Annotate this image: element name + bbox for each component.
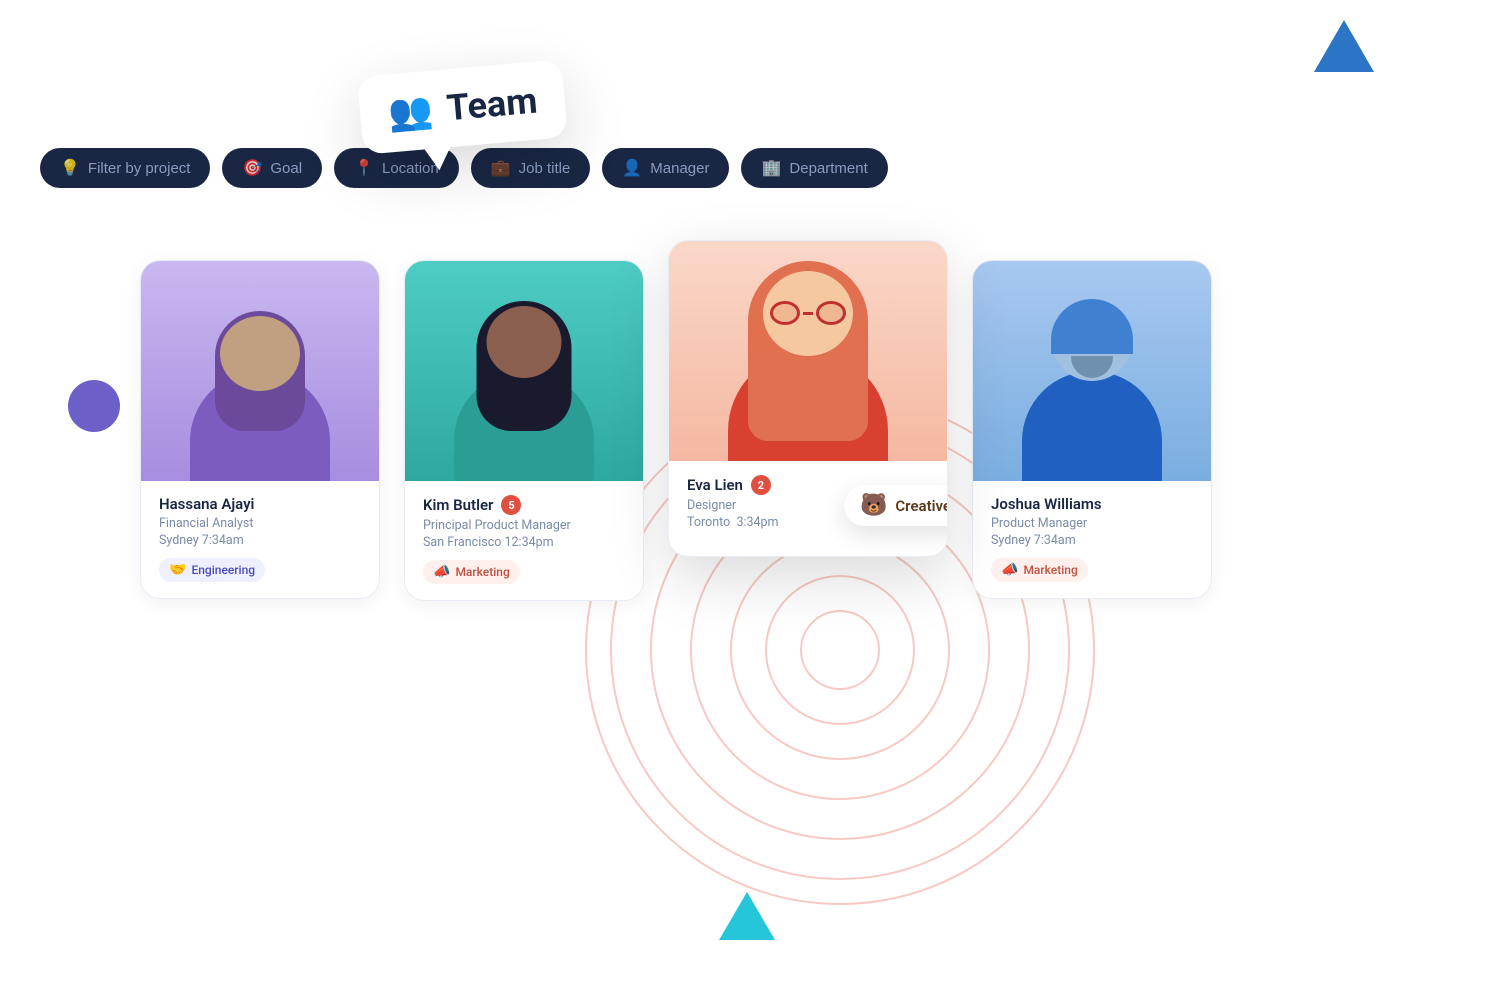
card-info-joshua: Joshua Williams Product Manager Sydney 7… bbox=[973, 481, 1211, 598]
eva-name: Eva Lien bbox=[687, 476, 743, 494]
filter-goal-label: Goal bbox=[270, 160, 302, 177]
creative-badge: 🐻 Creative bbox=[844, 485, 948, 526]
manager-icon: 👤 bbox=[622, 158, 642, 178]
team-icon: 👥 bbox=[386, 89, 434, 135]
location-icon: 📍 bbox=[354, 158, 374, 178]
job-title-icon: 💼 bbox=[491, 158, 511, 178]
card-joshua-williams[interactable]: Joshua Williams Product Manager Sydney 7… bbox=[972, 260, 1212, 599]
goal-icon: 🎯 bbox=[242, 158, 262, 178]
card-kim-butler[interactable]: Kim Butler 5 Principal Product Manager S… bbox=[404, 260, 644, 601]
joshua-tag: 📣 Marketing bbox=[991, 558, 1088, 582]
card-hassana-ajayi[interactable]: Hassana Ajayi Financial Analyst Sydney 7… bbox=[140, 260, 380, 599]
bear-icon: 🐻 bbox=[860, 493, 887, 518]
people-cards: Hassana Ajayi Financial Analyst Sydney 7… bbox=[140, 260, 1454, 601]
card-eva-lien[interactable]: Eva Lien 2 Designer Toronto 3:34pm 🐻 Cre… bbox=[668, 240, 948, 557]
card-info-kim: Kim Butler 5 Principal Product Manager S… bbox=[405, 481, 643, 600]
filter-department[interactable]: 🏢 Department bbox=[741, 148, 887, 188]
card-info-hassana: Hassana Ajayi Financial Analyst Sydney 7… bbox=[141, 481, 379, 598]
decoration-triangle-bottom bbox=[719, 892, 775, 940]
decoration-triangle-top-right bbox=[1314, 20, 1374, 72]
hassana-location-time: Sydney 7:34am bbox=[159, 533, 361, 548]
joshua-job: Product Manager bbox=[991, 516, 1193, 531]
hassana-job: Financial Analyst bbox=[159, 516, 361, 531]
eva-notification: 2 bbox=[751, 475, 771, 495]
kim-notification: 5 bbox=[501, 495, 521, 515]
kim-location-time: San Francisco 12:34pm bbox=[423, 535, 625, 550]
kim-tag: 📣 Marketing bbox=[423, 560, 520, 584]
filter-bar: 💡 Filter by project 🎯 Goal 📍 Location 💼 … bbox=[0, 148, 1494, 188]
avatar-joshua bbox=[973, 261, 1211, 481]
hassana-name: Hassana Ajayi bbox=[159, 495, 254, 513]
team-tooltip: 👥 Team bbox=[357, 59, 568, 155]
avatar-eva bbox=[669, 241, 947, 461]
filter-project[interactable]: 💡 Filter by project bbox=[40, 148, 210, 188]
filter-manager[interactable]: 👤 Manager bbox=[602, 148, 729, 188]
avatar-hassana bbox=[141, 261, 379, 481]
filter-project-label: Filter by project bbox=[88, 160, 191, 177]
joshua-location-time: Sydney 7:34am bbox=[991, 533, 1193, 548]
avatar-kim bbox=[405, 261, 643, 481]
kim-job: Principal Product Manager bbox=[423, 518, 625, 533]
decoration-circle bbox=[68, 380, 120, 432]
hassana-tag: 🤝 Engineering bbox=[159, 558, 265, 582]
filter-goal[interactable]: 🎯 Goal bbox=[222, 148, 322, 188]
filter-job-title[interactable]: 💼 Job title bbox=[471, 148, 591, 188]
filter-job-title-label: Job title bbox=[519, 160, 571, 177]
joshua-name: Joshua Williams bbox=[991, 495, 1102, 513]
project-icon: 💡 bbox=[60, 158, 80, 178]
filter-department-label: Department bbox=[789, 160, 867, 177]
team-tooltip-label: Team bbox=[445, 80, 539, 130]
filter-manager-label: Manager bbox=[650, 160, 709, 177]
creative-label: Creative bbox=[895, 497, 948, 515]
kim-name: Kim Butler bbox=[423, 496, 493, 514]
department-icon: 🏢 bbox=[761, 158, 781, 178]
